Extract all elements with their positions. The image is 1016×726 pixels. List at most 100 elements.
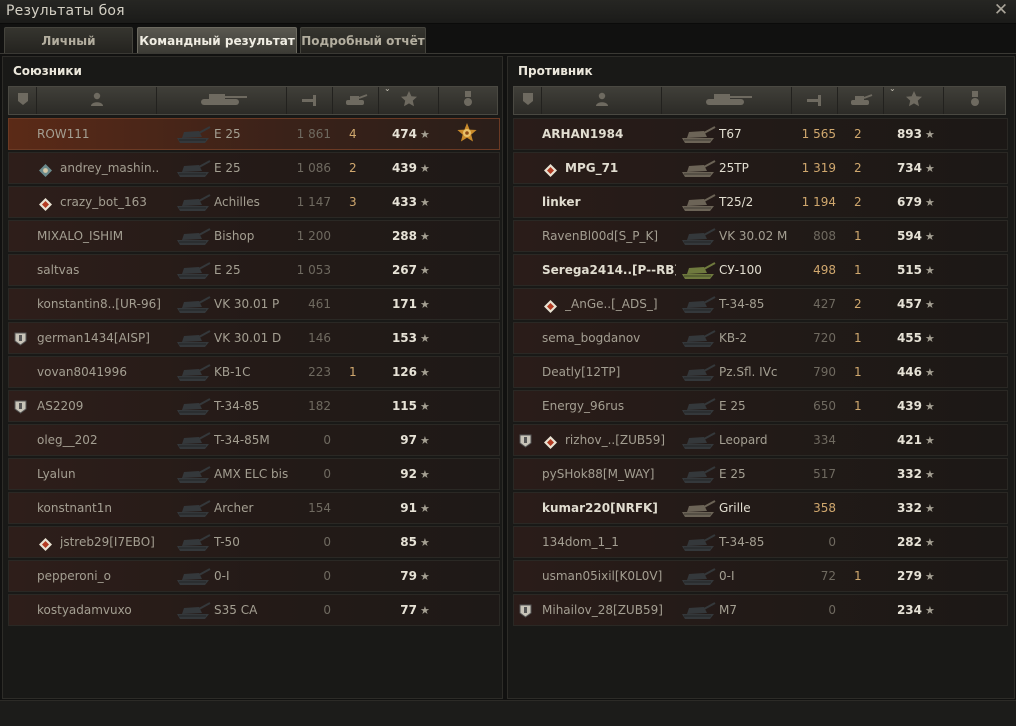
player-row[interactable]: Energy_96rus E 25 650 1 439 ★ — [513, 390, 1008, 422]
tank-icon — [175, 393, 211, 419]
star-icon: ★ — [925, 604, 935, 617]
tank-icon — [175, 189, 211, 215]
player-row[interactable]: ROW111 E 25 1 861 4 474 ★ — [8, 118, 500, 150]
experience-star-column-header[interactable]: ⌄ — [884, 84, 944, 114]
frags-value — [349, 425, 365, 455]
star-icon: ★ — [420, 162, 430, 175]
player-row[interactable]: crazy_bot_163 Achilles 1 147 3 433 ★ — [8, 186, 500, 218]
damage-value: 790 — [813, 365, 836, 379]
damage-column-header[interactable] — [287, 87, 333, 114]
star-icon: ★ — [420, 604, 430, 617]
player-row[interactable]: linker T25/2 1 194 2 679 ★ — [513, 186, 1008, 218]
tank-icon — [175, 495, 211, 521]
player-name: pySHok88[M_WAY] — [542, 467, 655, 481]
player-row[interactable]: Deatly[12TP] Pz.Sfl. IVc 790 1 446 ★ — [513, 356, 1008, 388]
player-name: oleg__202 — [37, 433, 98, 447]
vehicle-name: E 25 — [719, 399, 746, 413]
player-row[interactable]: AS2209 T-34-85 182 115 ★ — [8, 390, 500, 422]
player-row[interactable]: Lyalun AMX ELC bis 0 92 ★ — [8, 458, 500, 490]
player-row[interactable]: ARHAN1984 T67 1 565 2 893 ★ — [513, 118, 1008, 150]
star-icon: ★ — [420, 570, 430, 583]
player-icon — [595, 91, 608, 110]
player-row[interactable]: kostyadamvuxo S35 CA 0 77 ★ — [8, 594, 500, 626]
player-row[interactable]: rizhov_..[ZUB59] Leopard 334 421 ★ — [513, 424, 1008, 456]
player-row[interactable]: german1434[AISP] VK 30.01 D 146 153 ★ — [8, 322, 500, 354]
damage-value: 1 147 — [296, 195, 331, 209]
star-icon: ★ — [420, 400, 430, 413]
damage-value: 498 — [813, 263, 836, 277]
tank-icon — [680, 597, 716, 623]
star-icon: ★ — [925, 332, 935, 345]
player-row[interactable]: saltvas E 25 1 053 267 ★ — [8, 254, 500, 286]
player-row[interactable]: MPG_71 25TP 1 319 2 734 ★ — [513, 152, 1008, 184]
frags-value: 2 — [349, 161, 357, 175]
player-row[interactable]: _AnGe..[_ADS_] T-34-85 427 2 457 ★ — [513, 288, 1008, 320]
tab-personal-result[interactable]: Личный результат — [4, 27, 133, 75]
frags-column-header[interactable] — [333, 87, 379, 114]
star-icon: ★ — [925, 570, 935, 583]
player-row[interactable]: konstnant1n Archer 154 91 ★ — [8, 492, 500, 524]
allies-header: ⌄ — [8, 84, 498, 115]
order-medal-icon[interactable] — [456, 123, 478, 145]
vehicle-name: E 25 — [214, 127, 241, 141]
damage-value: 154 — [308, 501, 331, 515]
star-icon: ★ — [925, 162, 935, 175]
vehicle-name: S35 CA — [214, 603, 258, 617]
experience-value: 439 — [896, 399, 922, 413]
platoon-column-header[interactable] — [514, 87, 542, 114]
tank-icon — [680, 359, 716, 385]
player-row[interactable]: MIXALO_ISHIM Bishop 1 200 288 ★ — [8, 220, 500, 252]
player-row[interactable]: RavenBl00d[S_P_K] VK 30.02 M 808 1 594 ★ — [513, 220, 1008, 252]
frags-value: 1 — [854, 229, 862, 243]
frags-value: 1 — [854, 263, 862, 277]
vehicle-icon — [700, 91, 754, 111]
player-name: ARHAN1984 — [542, 127, 624, 141]
player-row[interactable]: 134dom_1_1 T-34-85 0 282 ★ — [513, 526, 1008, 558]
player-row[interactable]: vovan8041996 KB-1C 223 1 126 ★ — [8, 356, 500, 388]
player-row[interactable]: sema_bogdanov KB-2 720 1 455 ★ — [513, 322, 1008, 354]
tab-team-result[interactable]: Командный результат — [137, 27, 297, 53]
player-column-header[interactable] — [542, 87, 662, 114]
player-row[interactable]: Serega2414..[P--RB] СУ-100 498 1 515 ★ — [513, 254, 1008, 286]
vehicle-name: E 25 — [214, 263, 241, 277]
player-name: kostyadamvuxo — [37, 603, 132, 617]
star-icon: ★ — [420, 298, 430, 311]
player-row[interactable]: andrey_mashin.. E 25 1 086 2 439 ★ — [8, 152, 500, 184]
player-name: sema_bogdanov — [542, 331, 641, 345]
tank-icon — [175, 257, 211, 283]
achievements-column-header[interactable] — [439, 87, 497, 114]
vehicle-column-header[interactable] — [662, 87, 792, 114]
experience-star-column-header[interactable]: ⌄ — [379, 84, 439, 114]
player-row[interactable]: pySHok88[M_WAY] E 25 517 332 ★ — [513, 458, 1008, 490]
player-row[interactable]: konstantin8..[UR-96] VK 30.01 P 461 171 ★ — [8, 288, 500, 320]
player-column-header[interactable] — [37, 87, 157, 114]
frags-value — [854, 493, 870, 523]
damage-icon — [806, 91, 823, 110]
star-icon: ★ — [420, 502, 430, 515]
frags-column-header[interactable] — [838, 87, 884, 114]
frags-value — [349, 289, 365, 319]
experience-value: 734 — [896, 161, 922, 175]
achievements-column-header[interactable] — [944, 87, 1005, 114]
allies-title: Союзники — [13, 64, 82, 78]
player-row[interactable]: Mihailov_28[ZUB59] M7 0 234 ★ — [513, 594, 1008, 626]
player-row[interactable]: kumar220[NRFK] Grille 358 332 ★ — [513, 492, 1008, 524]
player-row[interactable]: usman05ixil[K0L0V] 0-I 72 1 279 ★ — [513, 560, 1008, 592]
tab-detailed-report[interactable]: Подробный отчёт — [300, 27, 426, 53]
damage-column-header[interactable] — [792, 87, 838, 114]
vehicle-column-header[interactable] — [157, 87, 287, 114]
player-row[interactable]: jstreb29[I7EBO] T-50 0 85 ★ — [8, 526, 500, 558]
frags-value — [349, 391, 365, 421]
player-name: usman05ixil[K0L0V] — [542, 569, 663, 583]
player-row[interactable]: oleg__202 T-34-85M 0 97 ★ — [8, 424, 500, 456]
star-icon: ★ — [925, 264, 935, 277]
damage-value: 358 — [813, 501, 836, 515]
player-icon — [90, 91, 103, 110]
vehicle-name: AMX ELC bis — [214, 467, 289, 481]
frags-value: 4 — [349, 127, 357, 141]
close-icon[interactable]: ✕ — [992, 1, 1010, 19]
platoon-column-header[interactable] — [9, 87, 37, 114]
damage-value: 1 194 — [801, 195, 836, 209]
player-row[interactable]: pepperoni_o 0-I 0 79 ★ — [8, 560, 500, 592]
player-name: 134dom_1_1 — [542, 535, 619, 549]
